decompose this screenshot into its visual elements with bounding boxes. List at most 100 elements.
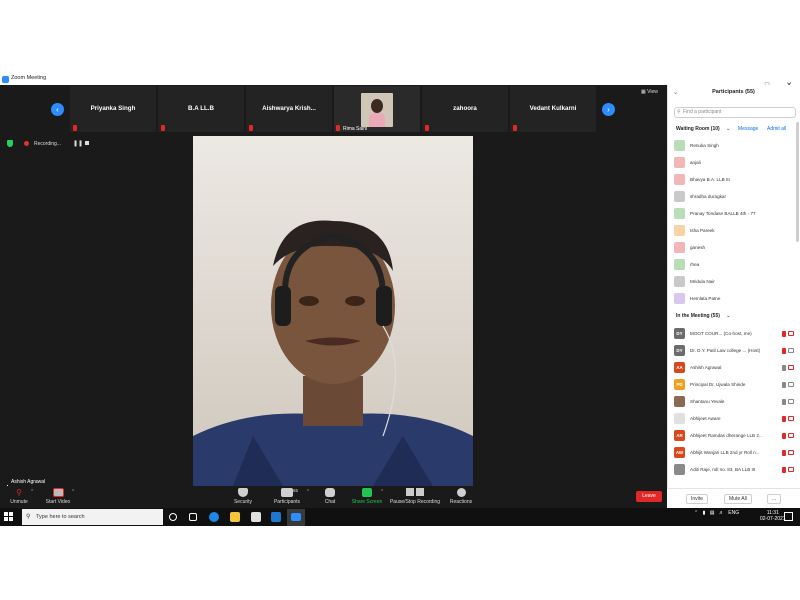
taskbar-search-box[interactable]: ⚲ Type here to search xyxy=(22,509,163,525)
participant-row[interactable]: rhea xyxy=(674,259,794,271)
find-placeholder: Find a participant xyxy=(683,109,722,115)
share-options-chevron-icon[interactable]: ⌃ xyxy=(380,489,384,495)
record-label: Pause/Stop Recording xyxy=(389,499,441,505)
video-tile[interactable]: B.A LL.B xyxy=(158,86,244,132)
participant-row[interactable]: Aditi Raje, roll no. 83, BA LLB III xyxy=(674,464,794,476)
leave-button[interactable]: Leave xyxy=(636,491,662,502)
mic-status-icon xyxy=(782,331,786,337)
avatar: PD xyxy=(674,379,685,390)
video-tile[interactable]: Vedant Kulkarni xyxy=(510,86,596,132)
stop-recording-icon[interactable] xyxy=(85,141,89,145)
avatar xyxy=(674,157,685,168)
message-waiting-link[interactable]: Message xyxy=(738,126,758,132)
video-tile[interactable]: zahoora xyxy=(422,86,508,132)
chat-bubble-icon xyxy=(325,488,335,497)
panel-title: Participants (55) xyxy=(712,89,755,95)
unmute-label: Unmute xyxy=(10,499,28,505)
edge-icon[interactable] xyxy=(209,512,219,522)
in-meeting-header[interactable]: In the Meeting (55) ⌄ xyxy=(676,313,731,319)
participant-row[interactable]: AR Abhijeet Ramdas dherange LLB 2... xyxy=(674,430,794,442)
participant-name: Dr. D.Y. Patil Law college ... (Host) xyxy=(690,348,761,353)
muted-mic-icon xyxy=(73,125,77,131)
panel-scrollbar[interactable] xyxy=(796,122,799,242)
tile-name: Priyanka Singh xyxy=(90,105,136,112)
clock-date: 02-07-2021 xyxy=(760,516,786,522)
video-options-chevron-icon[interactable]: ⌃ xyxy=(71,489,75,495)
participant-row[interactable]: Shantanu Yevale xyxy=(674,396,794,408)
participants-button[interactable]: Participants xyxy=(270,488,304,505)
participant-row[interactable]: ganesh xyxy=(674,242,794,254)
recording-dot-icon xyxy=(24,141,29,146)
video-tile[interactable]: Priyanka Singh xyxy=(70,86,156,132)
participant-row[interactable]: Bhavya B.A. LLB III xyxy=(674,174,794,186)
invite-button[interactable]: Invite xyxy=(686,494,708,504)
tray-chevron-icon[interactable]: ⌃ xyxy=(694,510,698,516)
participant-row[interactable]: DY MOOT COUR... (Co-host, me) xyxy=(674,328,794,340)
search-icon: ⚲ xyxy=(26,514,31,520)
start-video-button[interactable]: Start Video xyxy=(42,488,74,505)
participant-row[interactable]: AW Abhijit Wanjari LLB 2nd yr Roll n... xyxy=(674,447,794,459)
participants-chevron-icon[interactable]: ⌃ xyxy=(306,489,310,495)
reactions-label: Reactions xyxy=(449,499,473,505)
participant-name: Shantanu Yevale xyxy=(690,399,725,404)
windows-start-icon[interactable] xyxy=(4,512,13,521)
zoom-taskbar-button[interactable] xyxy=(287,509,305,526)
participant-row[interactable]: Renuka Singh xyxy=(674,140,794,152)
gallery-prev-icon[interactable]: ‹ xyxy=(51,103,64,116)
participant-row[interactable]: shradha duragkar xyxy=(674,191,794,203)
task-view-icon[interactable] xyxy=(189,513,197,521)
participant-row[interactable]: Abhijeet Aware xyxy=(674,413,794,425)
avatar xyxy=(674,276,685,287)
security-label: Security xyxy=(233,499,253,505)
gallery-next-icon[interactable]: › xyxy=(602,103,615,116)
avatar xyxy=(674,413,685,424)
language-indicator[interactable]: ENG xyxy=(728,510,739,516)
participant-name: Principal Dr. Ujwala Shinde xyxy=(690,382,746,387)
video-tile[interactable]: Aishwarya Krish... xyxy=(246,86,332,132)
file-explorer-icon[interactable] xyxy=(230,512,240,522)
security-button[interactable]: Security xyxy=(229,488,257,505)
participant-row[interactable]: PD Principal Dr. Ujwala Shinde xyxy=(674,379,794,391)
participant-name: Renuka Singh xyxy=(690,143,719,148)
unmute-button[interactable]: ⚲ Unmute xyxy=(6,488,32,505)
participant-row[interactable]: Mridula Nair xyxy=(674,276,794,288)
find-participant-input[interactable]: ⚲ Find a participant xyxy=(674,107,796,118)
participant-row[interactable]: AA Ashish Agrawal xyxy=(674,362,794,374)
muted-mic-icon xyxy=(249,125,253,131)
store-icon[interactable] xyxy=(251,512,261,522)
chat-button[interactable]: Chat xyxy=(320,488,340,505)
admit-all-link[interactable]: Admit all xyxy=(767,126,786,132)
muted-mic-icon xyxy=(513,125,517,131)
network-icon[interactable]: ▤ xyxy=(710,510,715,516)
mute-all-button[interactable]: Mute All xyxy=(724,494,752,504)
participant-row[interactable]: Isha Pareek xyxy=(674,225,794,237)
audio-options-chevron-icon[interactable]: ⌃ xyxy=(30,489,34,495)
view-button[interactable]: ▦ View xyxy=(641,89,658,95)
avatar xyxy=(674,242,685,253)
window-controls: –□✕ xyxy=(734,74,800,89)
participants-count: 65 xyxy=(293,488,299,493)
pause-recording-icon[interactable]: ❚❚ xyxy=(73,140,83,147)
notifications-icon[interactable] xyxy=(784,512,793,521)
avatar xyxy=(674,140,685,151)
participant-name: MOOT COUR... (Co-host, me) xyxy=(690,331,752,336)
pause-stop-recording-button[interactable]: Pause/Stop Recording xyxy=(389,488,441,505)
cortana-icon[interactable] xyxy=(169,513,177,521)
participant-row[interactable]: DY Dr. D.Y. Patil Law college ... (Host) xyxy=(674,345,794,357)
participant-row[interactable]: Pranay Tondase BALLB 4th - 77 xyxy=(674,208,794,220)
participant-row[interactable]: anjali xyxy=(674,157,794,169)
volume-icon[interactable]: ♬ xyxy=(719,510,724,516)
reactions-button[interactable]: Reactions xyxy=(446,488,476,505)
security-shield-icon xyxy=(238,488,248,497)
more-options-button[interactable]: ... xyxy=(767,494,782,504)
battery-icon[interactable]: ▮ xyxy=(703,510,706,516)
waiting-room-header[interactable]: Waiting Room (10) ⌄ xyxy=(676,126,730,132)
participant-row[interactable]: Hemlata Patne xyxy=(674,293,794,305)
share-screen-button[interactable]: Share Screen xyxy=(350,488,384,505)
recording-label: Recording... xyxy=(34,141,61,147)
view-label: View xyxy=(647,89,658,95)
mail-icon[interactable] xyxy=(271,512,281,522)
participant-name: Abhijeet Aware xyxy=(690,416,721,421)
clock[interactable]: 11:31 02-07-2021 xyxy=(760,510,786,522)
video-tile[interactable]: Rima Saini xyxy=(334,86,420,132)
